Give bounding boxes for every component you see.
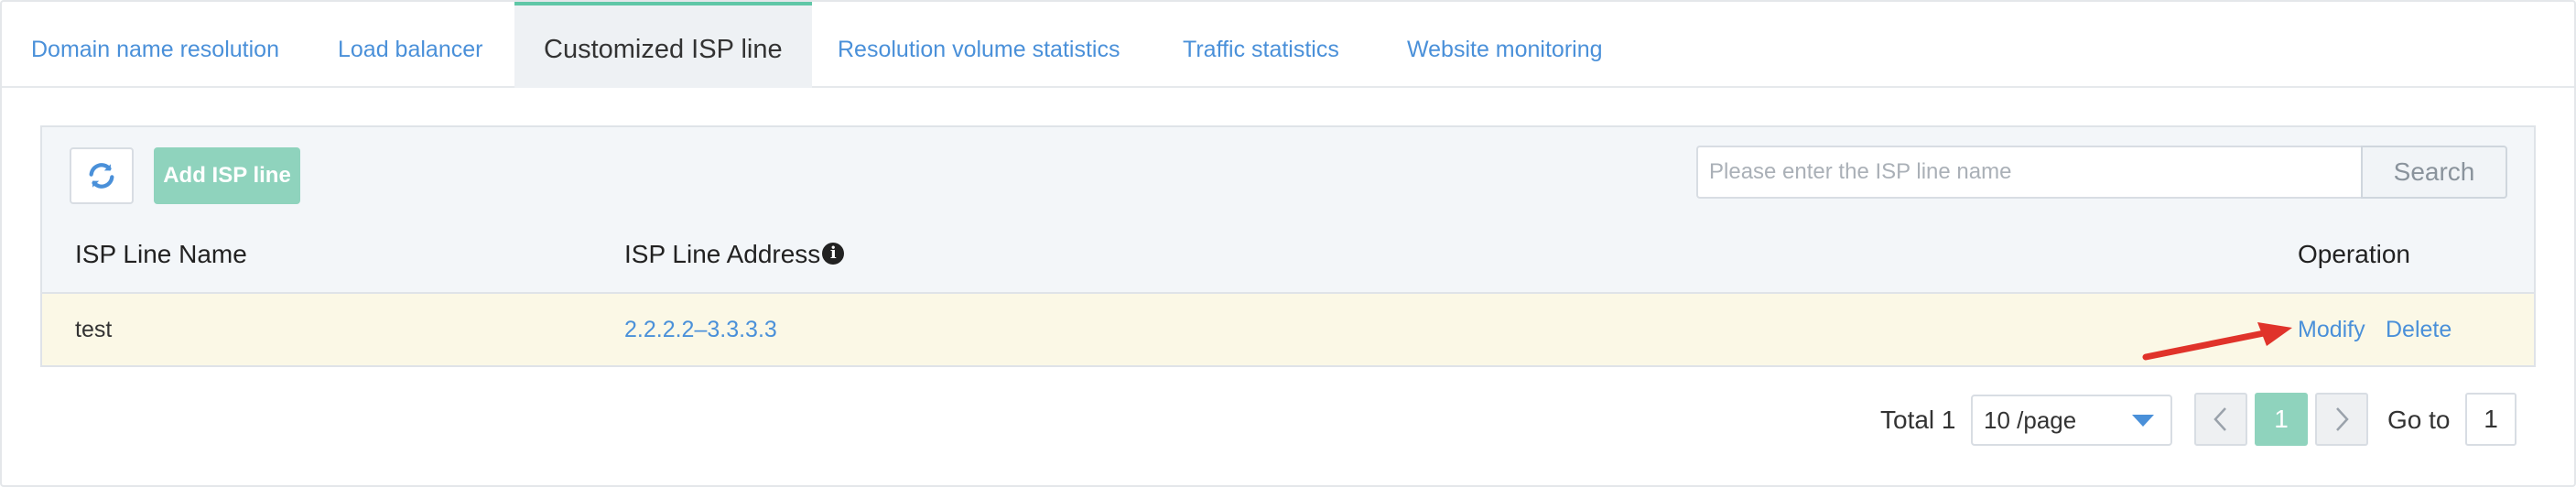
next-page-button[interactable] xyxy=(2315,393,2368,446)
table-header: ISP Line Name ISP Line Address i Operatio… xyxy=(42,217,2534,294)
chevron-down-icon xyxy=(2132,415,2154,427)
tab-resolution-volume-statistics[interactable]: Resolution volume statistics xyxy=(838,2,1120,86)
tab-customized-isp-line[interactable]: Customized ISP line xyxy=(514,2,812,88)
refresh-button[interactable] xyxy=(70,147,134,204)
isp-line-address-link[interactable]: 2.2.2.2–3.3.3.3 xyxy=(624,294,777,365)
isp-line-name-cell: test xyxy=(75,317,113,342)
column-header-isp-line-name: ISP Line Name xyxy=(75,240,247,268)
tab-website-monitoring[interactable]: Website monitoring xyxy=(1407,2,1603,86)
goto-page-input[interactable] xyxy=(2465,393,2516,446)
refresh-icon xyxy=(89,163,114,189)
isp-line-search-input[interactable] xyxy=(1696,146,2370,199)
toolbar: Add ISP line Search xyxy=(42,127,2534,219)
column-header-operation: Operation xyxy=(2298,240,2410,268)
chevron-right-icon xyxy=(2336,407,2349,431)
column-header-isp-line-address: ISP Line Address i xyxy=(624,217,845,292)
tab-bar: Domain name resolution Load balancer Cus… xyxy=(2,2,2574,88)
chevron-left-icon xyxy=(2213,407,2226,431)
total-count: Total 1 xyxy=(1880,406,1956,434)
delete-link[interactable]: Delete xyxy=(2386,294,2452,365)
isp-line-page: Domain name resolution Load balancer Cus… xyxy=(0,0,2576,487)
page-number-current[interactable]: 1 xyxy=(2255,393,2308,446)
annotation-arrow xyxy=(2142,322,2292,361)
tab-traffic-statistics[interactable]: Traffic statistics xyxy=(1183,2,1339,86)
goto-label: Go to xyxy=(2387,406,2451,434)
search-button[interactable]: Search xyxy=(2361,146,2507,199)
prev-page-button[interactable] xyxy=(2194,393,2247,446)
info-icon[interactable]: i xyxy=(822,242,845,265)
page-size-select[interactable]: 10 /page xyxy=(1971,395,2172,446)
modify-link[interactable]: Modify xyxy=(2298,294,2365,365)
page-size-value: 10 /page xyxy=(1984,406,2077,434)
column-header-label: ISP Line Address xyxy=(624,240,821,268)
add-isp-line-button[interactable]: Add ISP line xyxy=(154,147,300,204)
tab-load-balancer[interactable]: Load balancer xyxy=(338,2,482,86)
tab-domain-name-resolution[interactable]: Domain name resolution xyxy=(31,2,279,86)
